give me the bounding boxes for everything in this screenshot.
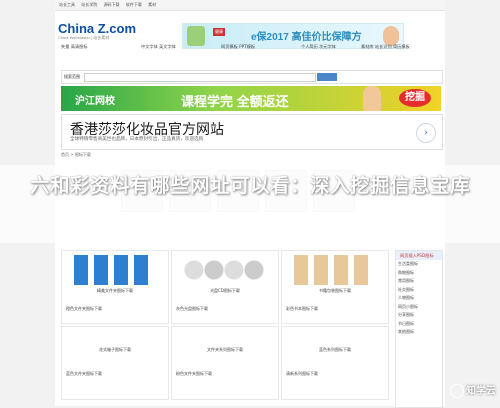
- icon-pack-card[interactable]: 精美文件夹图标下载 橙色文件夹图标下载: [61, 250, 169, 324]
- card-caption[interactable]: 文件夹系列图标下载: [172, 347, 278, 353]
- banner-person-icon: [363, 86, 381, 111]
- top-link[interactable]: 源码下载: [104, 2, 120, 7]
- site-header: China Z.com China Webmaster | 站长素材 健康 e保2…: [55, 11, 445, 49]
- title-overlay: 六和彩资料有哪些网址可以看：深入挖掘信息宝库: [0, 165, 500, 243]
- sasa-banner-ad[interactable]: 香港莎莎化妆品官方网站 全球特销零售商美世也品牌，日本原封引出，正品真货，欢迎选…: [61, 114, 443, 150]
- ad-text: e保2017 高佳价比保障方: [251, 32, 362, 43]
- banner-slogan: 课程学完 全额返还: [181, 94, 289, 109]
- ad-tag: 健康: [213, 28, 225, 36]
- icon-pack-card[interactable]: 花式箱子图标下载 蓝色文件夹图标下载: [61, 326, 169, 400]
- banner-cta-button[interactable]: 挖掘: [399, 89, 431, 107]
- banner2-subtext: 全球特销零售商美世也品牌，日本原封引出，正品真货，欢迎选购: [70, 137, 204, 142]
- top-link-bar: 站长工具 站长学院 源码下载 软件下载 素材: [55, 0, 445, 11]
- nav-column[interactable]: 素材库 站长识别 简历模板: [361, 44, 410, 50]
- disc-icon: [184, 255, 264, 285]
- search-button[interactable]: [317, 73, 337, 81]
- card-subcaption[interactable]: 彩色书本图标下载: [286, 306, 318, 312]
- sidebar-list: 网页插入PSD图标 生活类图标 购物图标 常用图标 社交图标 人物图标 网页小图…: [395, 250, 443, 408]
- chevron-right-icon[interactable]: ›: [416, 123, 436, 143]
- card-caption[interactable]: 花式箱子图标下载: [62, 347, 168, 353]
- category-nav: 矢量 高清图标 中文字体 英文字体 网页模板 PPT模板 个人简历 次元字体 素…: [61, 44, 441, 66]
- card-caption[interactable]: 书籍包装图标下载: [282, 288, 388, 294]
- card-subcaption[interactable]: 粉色文件夹图标下载: [176, 371, 212, 377]
- search-label: 搜索范围: [64, 74, 80, 79]
- icon-pack-card[interactable]: 蓝色系列图标下载 清新系列图标下载: [281, 326, 389, 400]
- overlay-title: 六和彩资料有哪些网址可以看：深入挖掘信息宝库: [29, 174, 470, 197]
- nav-column[interactable]: 中文字体 英文字体: [141, 44, 176, 50]
- hujiang-banner-ad[interactable]: 沪江网校 课程学完 全额返还 挖掘: [61, 86, 441, 111]
- card-subcaption[interactable]: 清新系列图标下载: [286, 371, 318, 377]
- chat-bubble-icon: [450, 384, 464, 398]
- package-icon: [294, 255, 374, 285]
- card-subcaption[interactable]: 蓝色文件夹图标下载: [66, 371, 102, 377]
- sidebar-item[interactable]: 生活类图标: [396, 260, 442, 269]
- sidebar-item[interactable]: 人物图标: [396, 294, 442, 303]
- watermark: 知学云: [450, 382, 496, 398]
- top-link[interactable]: 软件下载: [126, 2, 142, 7]
- sidebar-item[interactable]: 分享图标: [396, 311, 442, 320]
- sidebar-item[interactable]: 常用图标: [396, 277, 442, 286]
- card-subcaption[interactable]: 橙色文件夹图标下载: [66, 306, 102, 312]
- nav-column[interactable]: 矢量 高清图标: [61, 44, 87, 50]
- sidebar-item[interactable]: 节日图标: [396, 320, 442, 329]
- ad-image-icon: [187, 26, 205, 46]
- search-input[interactable]: [84, 73, 316, 82]
- search-bar: 搜索范围: [61, 70, 443, 84]
- card-caption[interactable]: 光盘CD图标下载: [172, 288, 278, 294]
- site-logo[interactable]: China Z.com China Webmaster | 站长素材: [58, 21, 136, 41]
- sidebar-item[interactable]: 其他图标: [396, 328, 442, 337]
- ad-person-icon: [383, 26, 399, 46]
- sidebar-item[interactable]: 社交图标: [396, 286, 442, 295]
- sidebar-heading[interactable]: 网页插入PSD图标: [396, 251, 442, 260]
- icon-pack-card[interactable]: 光盘CD图标下载 灰色光盘图标下载: [171, 250, 279, 324]
- sidebar-item[interactable]: 购物图标: [396, 269, 442, 278]
- nav-column[interactable]: 网页模板 PPT模板: [221, 44, 255, 50]
- breadcrumb[interactable]: 首页 > 图标下载: [61, 152, 91, 158]
- icon-pack-card[interactable]: 文件夹系列图标下载 粉色文件夹图标下载: [171, 326, 279, 400]
- banner-brand: 沪江网校: [75, 96, 115, 107]
- sidebar-item[interactable]: 网页小图标: [396, 303, 442, 312]
- nav-column[interactable]: 个人简历 次元字体: [301, 44, 336, 50]
- top-link[interactable]: 站长工具: [59, 2, 75, 7]
- top-link[interactable]: 站长学院: [81, 2, 97, 7]
- card-subcaption[interactable]: 灰色光盘图标下载: [176, 306, 208, 312]
- top-link[interactable]: 素材: [148, 2, 156, 7]
- card-caption[interactable]: 蓝色系列图标下载: [282, 347, 388, 353]
- icon-pack-card[interactable]: 书籍包装图标下载 彩色书本图标下载: [281, 250, 389, 324]
- card-caption[interactable]: 精美文件夹图标下载: [62, 288, 168, 294]
- folder-icon: [74, 255, 154, 285]
